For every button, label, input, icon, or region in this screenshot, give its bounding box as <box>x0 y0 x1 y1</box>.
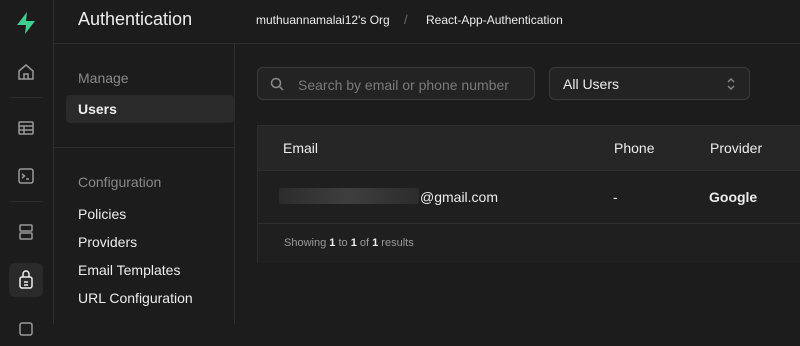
cell-email: @gmail.com <box>420 189 499 205</box>
page-title: Authentication <box>78 9 193 29</box>
menu-item-email-templates[interactable]: Email Templates <box>66 256 234 284</box>
menu-item-url-configuration[interactable]: URL Configuration <box>66 284 234 312</box>
menu-item-policies[interactable]: Policies <box>66 200 234 228</box>
cell-provider: Google <box>709 189 758 205</box>
user-filter-value: All Users <box>563 76 620 92</box>
menu-item-users[interactable]: Users <box>66 95 234 123</box>
menu-group-manage: Manage <box>78 70 129 86</box>
sql-editor-icon[interactable] <box>9 159 43 193</box>
redacted-email-blur <box>279 188 419 204</box>
menu-item-providers[interactable]: Providers <box>66 228 234 256</box>
database-icon[interactable] <box>9 215 43 249</box>
search-icon <box>270 77 284 96</box>
column-header-phone[interactable]: Phone <box>614 140 654 156</box>
column-header-provider[interactable]: Provider <box>710 140 762 156</box>
search-box[interactable] <box>257 67 535 100</box>
table-header: Email Phone Provider <box>258 126 800 171</box>
menu-divider <box>54 147 234 148</box>
breadcrumb-project[interactable]: React-App-Authentication <box>426 13 563 27</box>
breadcrumb-org[interactable]: muthuannamalai12's Org <box>256 13 390 27</box>
search-input[interactable] <box>296 74 530 96</box>
breadcrumb-separator: / <box>404 12 408 27</box>
user-filter-select[interactable]: All Users <box>549 67 750 100</box>
users-panel: All Users Email Phone Provider @gmail.co… <box>235 44 800 324</box>
pagination-summary: Showing 1 to 1 of 1 results <box>284 237 414 249</box>
table-footer: Showing 1 to 1 of 1 results <box>258 224 800 263</box>
users-table: Email Phone Provider @gmail.com - Google… <box>257 125 800 263</box>
chevron-up-down-icon <box>725 76 737 97</box>
column-header-email[interactable]: Email <box>283 140 318 156</box>
storage-icon[interactable] <box>9 312 43 346</box>
menu-group-configuration: Configuration <box>78 174 162 190</box>
auth-menu: Manage Users Configuration Policies Prov… <box>54 44 235 324</box>
authentication-icon[interactable] <box>9 263 43 297</box>
cell-phone: - <box>613 189 618 205</box>
icon-rail <box>0 0 54 336</box>
table-row[interactable]: @gmail.com - Google <box>258 171 800 224</box>
supabase-logo-icon[interactable] <box>9 6 43 40</box>
home-icon[interactable] <box>9 55 43 89</box>
top-header: Authentication muthuannamalai12's Org / … <box>54 0 800 44</box>
table-editor-icon[interactable] <box>9 111 43 145</box>
